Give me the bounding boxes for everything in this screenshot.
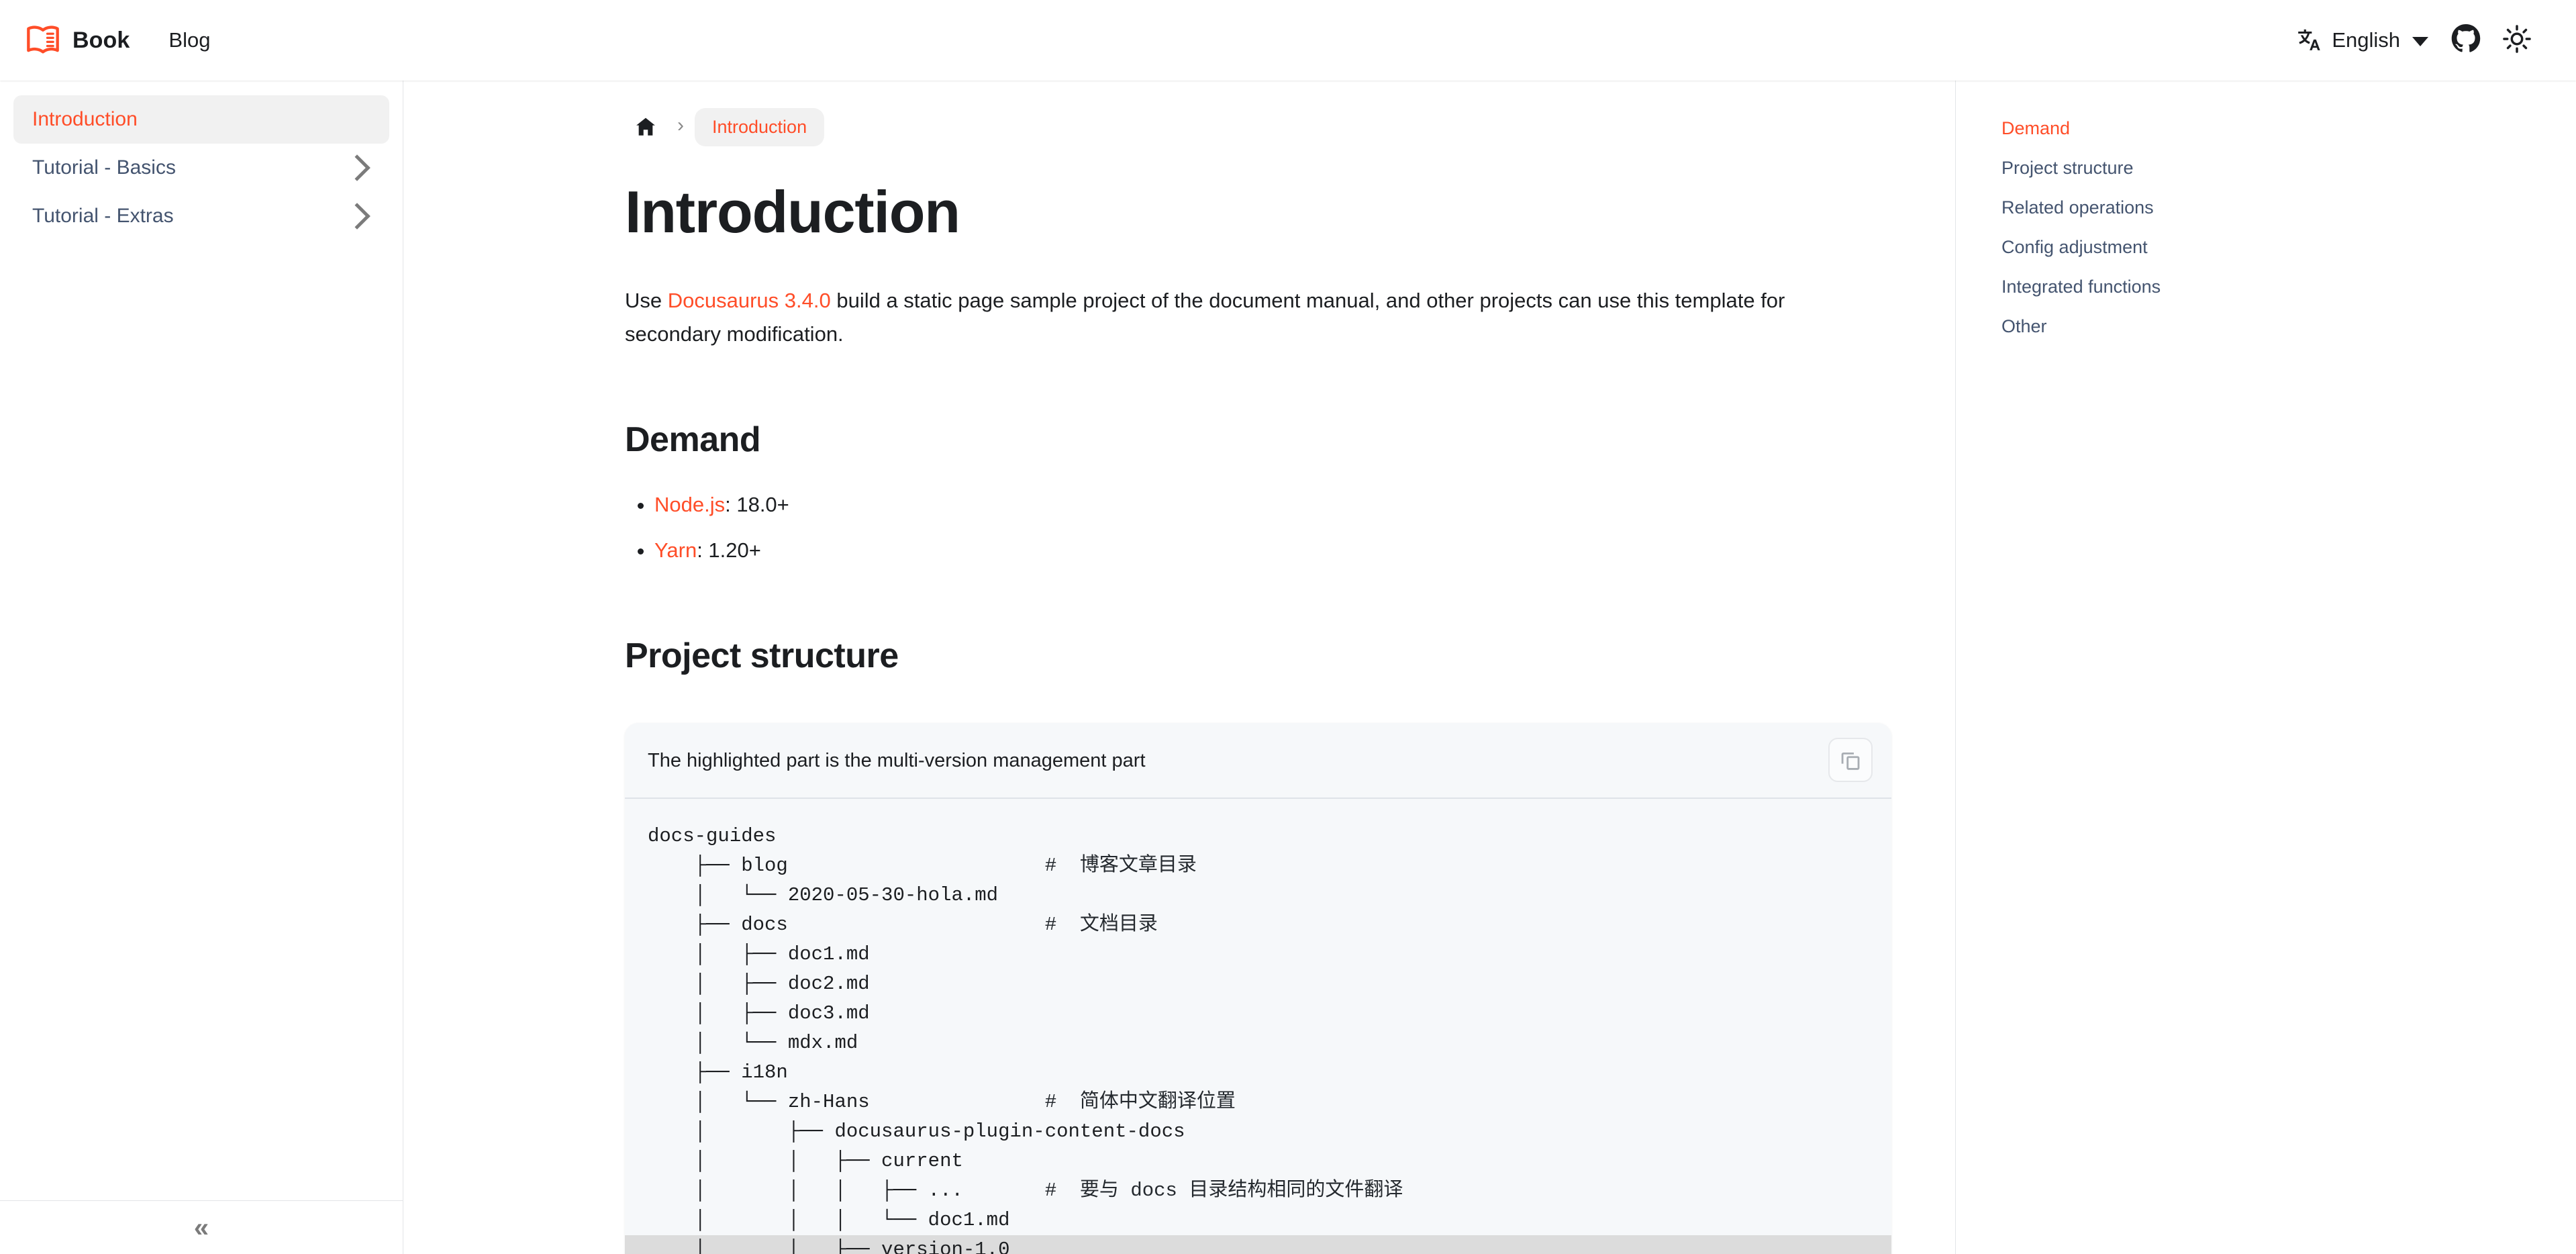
chevron-right-icon bbox=[344, 154, 370, 181]
toc-item-integrated-functions[interactable]: Integrated functions bbox=[2001, 278, 2576, 296]
toc-item-related-operations[interactable]: Related operations bbox=[2001, 199, 2576, 217]
book-icon bbox=[26, 23, 60, 58]
github-link[interactable] bbox=[2440, 15, 2491, 66]
breadcrumb-current[interactable]: Introduction bbox=[695, 107, 825, 146]
yarn-link[interactable]: Yarn bbox=[654, 538, 697, 562]
sidebar-menu: Introduction Tutorial - Basics Tutorial … bbox=[0, 81, 403, 240]
code-line: │ └── mdx.md bbox=[625, 1028, 1891, 1058]
nav-link-blog[interactable]: Blog bbox=[160, 23, 218, 58]
code-line: │ ├── docusaurus-plugin-content-docs bbox=[625, 1117, 1891, 1147]
code-line: │ └── zh-Hans # 简体中文翻译位置 bbox=[625, 1088, 1891, 1117]
code-block-title: The highlighted part is the multi-versio… bbox=[625, 723, 1891, 799]
table-of-contents: Demand Project structure Related operati… bbox=[1955, 81, 2576, 1254]
home-icon bbox=[634, 115, 657, 138]
code-line: ├── i18n bbox=[625, 1058, 1891, 1088]
language-label: English bbox=[2332, 28, 2400, 52]
double-chevron-left-icon: « bbox=[193, 1212, 209, 1243]
toc-item-project-structure[interactable]: Project structure bbox=[2001, 159, 2576, 177]
code-line: │ ├── doc1.md bbox=[625, 940, 1891, 969]
code-block: The highlighted part is the multi-versio… bbox=[625, 722, 1891, 1254]
breadcrumb: › Introduction bbox=[625, 106, 1891, 148]
nodejs-link[interactable]: Node.js bbox=[654, 493, 725, 516]
code-tree-path: │ │ ├── version-1.0 bbox=[648, 1238, 1010, 1254]
code-line: docs-guides bbox=[625, 822, 1891, 851]
sidebar-item-tutorial-extras[interactable]: Tutorial - Extras bbox=[13, 192, 389, 240]
code-tree-path: │ └── zh-Hans bbox=[648, 1090, 1045, 1113]
theme-toggle-button[interactable] bbox=[2491, 15, 2542, 66]
brand-logo-link[interactable]: Book bbox=[26, 23, 130, 58]
breadcrumb-separator: › bbox=[677, 114, 684, 136]
sun-icon bbox=[2502, 24, 2532, 57]
code-line: ├── blog # 博客文章目录 bbox=[625, 851, 1891, 881]
navbar-right: English bbox=[2283, 15, 2576, 66]
toc-item-config-adjustment[interactable]: Config adjustment bbox=[2001, 238, 2576, 256]
sidebar-item-label: Introduction bbox=[32, 108, 138, 130]
code-tree-path: ├── blog bbox=[648, 854, 1045, 877]
sidebar-item-tutorial-basics[interactable]: Tutorial - Basics bbox=[13, 144, 389, 192]
chevron-right-icon bbox=[344, 203, 370, 230]
nodejs-version: : 18.0+ bbox=[725, 493, 789, 517]
toc-item-demand[interactable]: Demand bbox=[2001, 119, 2576, 138]
code-tree-path: ├── docs bbox=[648, 913, 1045, 936]
code-line: │ │ ├── version-1.0 bbox=[625, 1235, 1891, 1254]
intro-before: Use bbox=[625, 289, 668, 313]
list-item: Yarn: 1.20+ bbox=[654, 534, 1891, 567]
code-tree-path: │ └── 2020-05-30-hola.md bbox=[648, 883, 999, 906]
heading-demand: Demand bbox=[625, 420, 761, 460]
code-content: docs-guides ├── blog # 博客文章目录 │ └── 2020… bbox=[625, 799, 1891, 1254]
sidebar-collapse-button[interactable]: « bbox=[0, 1200, 403, 1254]
sidebar-item-introduction[interactable]: Introduction bbox=[13, 95, 389, 144]
page-title: Introduction bbox=[625, 179, 960, 245]
code-line: │ └── 2020-05-30-hola.md bbox=[625, 881, 1891, 910]
translate-icon bbox=[2295, 27, 2322, 54]
sidebar-item-label: Tutorial - Extras bbox=[32, 205, 174, 227]
heading-project-structure: Project structure bbox=[625, 636, 899, 675]
code-line: │ │ │ ├── ... # 要与 docs 目录结构相同的文件翻译 bbox=[625, 1176, 1891, 1206]
code-tree-path: │ ├── doc1.md bbox=[648, 943, 870, 965]
code-tree-path: │ │ ├── current bbox=[648, 1149, 963, 1172]
code-tree-path: │ │ │ └── doc1.md bbox=[648, 1208, 1010, 1231]
sidebar-item-label: Tutorial - Basics bbox=[32, 156, 176, 179]
code-line: │ │ │ └── doc1.md bbox=[625, 1206, 1891, 1235]
doc-container: › Introduction Introduction Use Docusaur… bbox=[403, 81, 1955, 1254]
code-tree-path: │ ├── doc2.md bbox=[648, 972, 870, 995]
list-item: Node.js: 18.0+ bbox=[654, 488, 1891, 522]
code-comment: # 简体中文翻译位置 bbox=[1044, 1090, 1236, 1113]
code-comment: # 文档目录 bbox=[1044, 913, 1158, 936]
yarn-version: : 1.20+ bbox=[697, 538, 761, 563]
toc-item-other[interactable]: Other bbox=[2001, 318, 2576, 336]
code-tree-path: ├── i18n bbox=[648, 1061, 788, 1083]
navbar: Book Blog English bbox=[0, 0, 2576, 81]
github-icon bbox=[2450, 23, 2481, 58]
code-comment: # 要与 docs 目录结构相同的文件翻译 bbox=[1044, 1179, 1403, 1202]
breadcrumb-home-link[interactable] bbox=[625, 106, 666, 148]
code-line: │ ├── doc2.md bbox=[625, 969, 1891, 999]
brand-title: Book bbox=[72, 27, 130, 53]
demand-list: Node.js: 18.0+ Yarn: 1.20+ bbox=[625, 488, 1891, 567]
code-tree-path: docs-guides bbox=[648, 824, 777, 847]
chevron-down-icon bbox=[2412, 37, 2428, 46]
code-tree-path: │ ├── docusaurus-plugin-content-docs bbox=[648, 1120, 1185, 1143]
main-content: › Introduction Introduction Use Docusaur… bbox=[403, 81, 1955, 1254]
navbar-left: Book Blog bbox=[0, 23, 218, 58]
docusaurus-link[interactable]: Docusaurus 3.4.0 bbox=[668, 289, 831, 312]
sidebar: Introduction Tutorial - Basics Tutorial … bbox=[0, 81, 403, 1254]
copy-code-button[interactable] bbox=[1828, 737, 1873, 782]
copy-icon bbox=[1839, 749, 1862, 771]
code-line: │ ├── doc3.md bbox=[625, 999, 1891, 1028]
code-tree-path: │ │ │ ├── ... bbox=[648, 1179, 1045, 1202]
code-tree-path: │ ├── doc3.md bbox=[648, 1002, 870, 1024]
intro-paragraph: Use Docusaurus 3.4.0 build a static page… bbox=[625, 284, 1880, 351]
language-dropdown[interactable]: English bbox=[2283, 20, 2440, 60]
code-line: ├── docs # 文档目录 bbox=[625, 910, 1891, 940]
page-root: Book Blog English Introduction Tutorial … bbox=[0, 0, 2576, 1254]
code-comment: # 博客文章目录 bbox=[1044, 854, 1197, 877]
code-line: │ │ ├── current bbox=[625, 1147, 1891, 1176]
code-tree-path: │ └── mdx.md bbox=[648, 1031, 858, 1054]
